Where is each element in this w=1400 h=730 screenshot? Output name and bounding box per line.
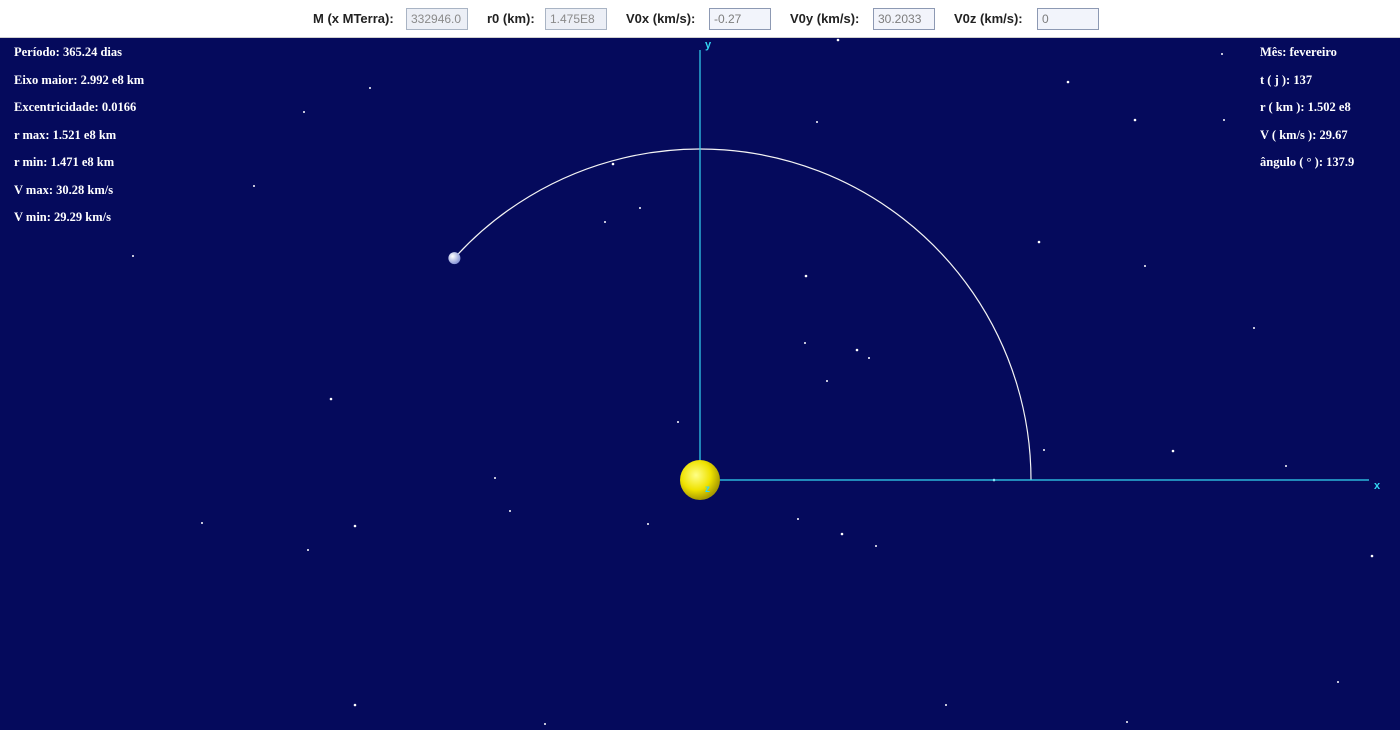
live-readout-panel: Mês: fevereiro t ( j ): 137 r ( km ): 1.… bbox=[1260, 43, 1354, 181]
mass-label: M (x MTerra): bbox=[313, 11, 394, 26]
star bbox=[1171, 449, 1175, 453]
v-max-stat: V max: 30.28 km/s bbox=[14, 182, 114, 197]
star bbox=[797, 518, 799, 520]
r0-input[interactable] bbox=[545, 8, 607, 30]
star bbox=[509, 510, 511, 512]
star bbox=[1066, 80, 1070, 84]
star bbox=[945, 704, 947, 706]
v0x-input[interactable] bbox=[709, 8, 771, 30]
v0z-label: V0z (km/s): bbox=[954, 11, 1023, 26]
v0z-input[interactable] bbox=[1037, 8, 1099, 30]
time-readout: t ( j ): 137 bbox=[1260, 72, 1313, 87]
star bbox=[1133, 118, 1137, 122]
star bbox=[875, 545, 877, 547]
star bbox=[804, 274, 808, 278]
star bbox=[329, 397, 333, 401]
starfield bbox=[132, 38, 1374, 725]
star bbox=[840, 532, 844, 536]
star bbox=[677, 421, 679, 423]
x-axis-label: x bbox=[1374, 480, 1381, 492]
mass-input[interactable] bbox=[406, 8, 468, 30]
star bbox=[1223, 119, 1225, 121]
star bbox=[1037, 240, 1041, 244]
star bbox=[494, 477, 496, 479]
star bbox=[855, 348, 859, 352]
star bbox=[307, 549, 309, 551]
star bbox=[353, 524, 357, 528]
star bbox=[611, 162, 615, 166]
star bbox=[1043, 449, 1045, 451]
orbit-stats-panel: Período: 365.24 dias Eixo maior: 2.992 e… bbox=[14, 43, 144, 236]
angle-readout: ângulo ( ° ): 137.9 bbox=[1260, 155, 1355, 169]
star bbox=[1337, 681, 1339, 683]
star bbox=[1126, 721, 1128, 723]
r-min-stat: r min: 1.471 e8 km bbox=[14, 155, 115, 169]
eccentricity-stat: Excentricidade: 0.0166 bbox=[14, 100, 137, 114]
r-max-stat: r max: 1.521 e8 km bbox=[14, 127, 117, 142]
sun-sphere bbox=[680, 460, 720, 500]
orbit-simulator-app: M (x MTerra): r0 (km): V0x (km/s): V0y (… bbox=[0, 0, 1400, 730]
star bbox=[544, 723, 546, 725]
y-axis-label: y bbox=[705, 39, 712, 51]
v0y-input[interactable] bbox=[873, 8, 935, 30]
star bbox=[868, 357, 870, 359]
star bbox=[826, 380, 828, 382]
velocity-readout: V ( km/s ): 29.67 bbox=[1260, 127, 1348, 142]
z-axis-label: z bbox=[705, 484, 710, 495]
star bbox=[1285, 465, 1287, 467]
star bbox=[253, 185, 255, 187]
star bbox=[647, 523, 649, 525]
star bbox=[836, 38, 840, 42]
v0y-label: V0y (km/s): bbox=[790, 11, 860, 26]
planet-earth[interactable] bbox=[448, 252, 461, 265]
star bbox=[1221, 53, 1223, 55]
star bbox=[604, 221, 606, 223]
star bbox=[804, 342, 806, 344]
star bbox=[1144, 265, 1146, 267]
star bbox=[816, 121, 818, 123]
star bbox=[1253, 327, 1255, 329]
parameter-toolbar: M (x MTerra): r0 (km): V0x (km/s): V0y (… bbox=[0, 0, 1400, 38]
orbit-trail bbox=[453, 148, 1032, 481]
period-stat: Período: 365.24 dias bbox=[14, 45, 122, 59]
star bbox=[639, 207, 641, 209]
star bbox=[132, 255, 134, 257]
month-readout: Mês: fevereiro bbox=[1260, 45, 1337, 59]
simulation-canvas[interactable]: x y z Período: 365.24 dias Eixo maior: 2… bbox=[0, 38, 1400, 730]
star bbox=[369, 87, 371, 89]
radius-readout: r ( km ): 1.502 e8 bbox=[1260, 100, 1351, 114]
r0-label: r0 (km): bbox=[487, 11, 535, 26]
v0x-label: V0x (km/s): bbox=[626, 11, 696, 26]
v-min-stat: V min: 29.29 km/s bbox=[14, 210, 112, 224]
major-axis-stat: Eixo maior: 2.992 e8 km bbox=[14, 72, 145, 87]
orbit-scene: x y z bbox=[132, 38, 1381, 725]
star bbox=[303, 111, 305, 113]
star bbox=[353, 703, 357, 707]
star bbox=[201, 522, 203, 524]
star bbox=[1370, 554, 1374, 558]
